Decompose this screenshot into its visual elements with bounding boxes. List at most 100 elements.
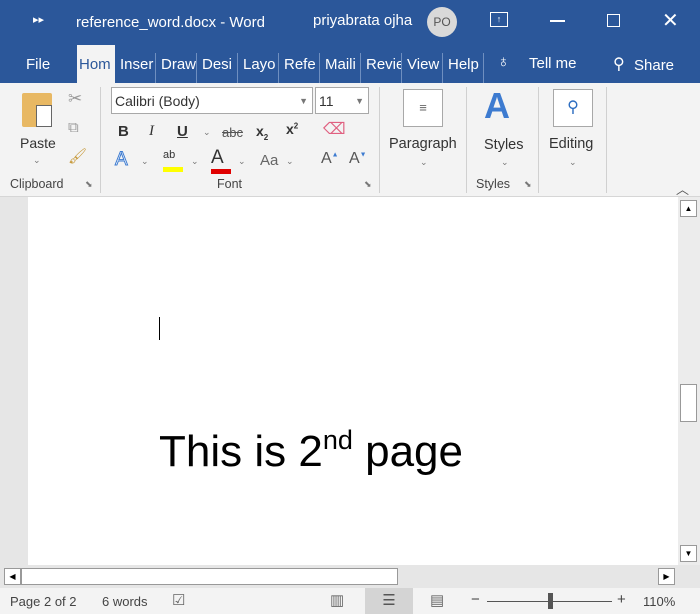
title-bar: ▸▸ reference_word.docx - Word priyabrata…: [0, 0, 700, 43]
share-button[interactable]: Share: [634, 57, 674, 74]
ribbon-tabs: File Hom Inser Draw Desi Layo Refe Maili…: [0, 43, 700, 83]
scroll-right-button[interactable]: ▶: [658, 568, 675, 585]
styles-label: Styles: [476, 177, 511, 191]
scroll-up-button[interactable]: ▲: [680, 200, 697, 217]
change-case-button[interactable]: Aa: [260, 152, 278, 169]
cut-icon[interactable]: ✂: [68, 89, 82, 109]
clear-formatting-icon[interactable]: ⌫: [323, 119, 346, 139]
text-effects-button[interactable]: A: [115, 149, 129, 171]
styles-button[interactable]: Styles: [484, 137, 524, 153]
zoom-slider-thumb[interactable]: [548, 593, 553, 609]
tab-references[interactable]: Refe: [282, 53, 320, 83]
minimize-button[interactable]: [550, 20, 565, 22]
text-end: page: [352, 427, 463, 476]
web-layout-icon[interactable]: ▤: [430, 591, 444, 609]
paste-icon[interactable]: [22, 93, 52, 127]
scroll-left-button[interactable]: ◀: [4, 568, 21, 585]
highlight-dropdown[interactable]: ⌄: [191, 156, 199, 167]
maximize-button[interactable]: [607, 14, 620, 27]
tab-view[interactable]: View: [405, 53, 443, 83]
styles-icon[interactable]: A: [484, 85, 510, 127]
tab-insert[interactable]: Inser: [118, 53, 156, 83]
tab-review[interactable]: Revie: [364, 53, 402, 83]
styles-group: A Styles ⌄ Styles ⬊: [467, 85, 539, 193]
copy-icon[interactable]: ⧉: [68, 119, 79, 136]
tab-home[interactable]: Hom: [77, 45, 115, 83]
tab-design[interactable]: Desi: [200, 53, 238, 83]
underline-button[interactable]: U: [177, 123, 188, 140]
document-text[interactable]: This is 2nd page: [159, 425, 463, 477]
zoom-level[interactable]: 110%: [643, 594, 675, 609]
editing-dropdown[interactable]: ⌄: [569, 157, 577, 168]
tab-draw[interactable]: Draw: [159, 53, 197, 83]
scroll-down-button[interactable]: ▼: [680, 545, 697, 562]
font-name-select[interactable]: Calibri (Body) ▼: [111, 87, 313, 114]
underline-dropdown[interactable]: ⌄: [203, 127, 211, 138]
document-page[interactable]: This is 2nd page: [28, 197, 678, 565]
ribbon-display-icon[interactable]: ↑: [490, 12, 508, 27]
styles-launcher-icon[interactable]: ⬊: [524, 179, 532, 190]
text-cursor: [159, 317, 160, 340]
share-person-icon[interactable]: ⚲: [613, 54, 625, 74]
vertical-scrollbar[interactable]: ▲ ▼: [678, 197, 700, 565]
format-painter-icon[interactable]: 🖌: [68, 147, 87, 165]
bold-button[interactable]: B: [118, 123, 129, 140]
font-group: Calibri (Body) ▼ 11 ▼ B I U ⌄ abc x2 x2 ⌫ …: [101, 87, 380, 193]
zoom-in-button[interactable]: +: [617, 591, 626, 608]
horizontal-scroll-thumb[interactable]: [21, 568, 398, 585]
clipboard-label: Clipboard: [10, 177, 64, 191]
collapse-ribbon-icon[interactable]: ︿: [676, 179, 689, 198]
font-size-select[interactable]: 11 ▼: [315, 87, 369, 114]
shrink-font-button[interactable]: A▼: [349, 150, 367, 168]
print-layout-icon[interactable]: ☰: [365, 588, 413, 614]
vertical-scroll-thumb[interactable]: [680, 384, 697, 422]
text-superscript: nd: [322, 425, 353, 455]
highlight-button[interactable]: ab: [163, 149, 183, 172]
font-color-button[interactable]: A: [211, 147, 231, 174]
text-main: This is 2: [159, 427, 323, 476]
strikethrough-button[interactable]: abc: [222, 125, 243, 140]
paragraph-button[interactable]: Paragraph: [389, 136, 457, 152]
avatar[interactable]: PO: [427, 7, 457, 37]
paste-button[interactable]: Paste: [20, 135, 56, 151]
paste-dropdown[interactable]: ⌄: [33, 155, 41, 166]
italic-button[interactable]: I: [149, 123, 154, 140]
subscript-button[interactable]: x2: [256, 123, 268, 142]
paragraph-icon: ≡: [403, 89, 443, 127]
editing-button[interactable]: Editing: [549, 136, 593, 152]
styles-dropdown[interactable]: ⌄: [501, 157, 509, 168]
word-count[interactable]: 6 words: [102, 594, 148, 609]
text-effects-dropdown[interactable]: ⌄: [141, 156, 149, 167]
tab-file[interactable]: File: [24, 53, 52, 83]
superscript-button[interactable]: x2: [286, 121, 298, 137]
proofing-icon[interactable]: ☑: [172, 591, 185, 609]
close-button[interactable]: ✕: [662, 8, 679, 33]
read-mode-icon[interactable]: ▥: [330, 591, 344, 609]
status-bar: Page 2 of 2 6 words ☑ ▥ ☰ ▤ − + 110%: [0, 588, 700, 614]
paragraph-dropdown[interactable]: ⌄: [420, 157, 428, 168]
editing-group[interactable]: ⚲ Editing ⌄: [539, 87, 607, 193]
font-launcher-icon[interactable]: ⬊: [364, 179, 372, 190]
horizontal-scrollbar[interactable]: ◀ ▶: [0, 565, 700, 588]
ribbon: Paste ⌄ ✂ ⧉ 🖌 Clipboard ⬊ Calibri (Body)…: [0, 83, 700, 197]
font-size-value: 11: [319, 93, 334, 109]
quick-access-icon[interactable]: ▸▸: [33, 13, 44, 26]
font-label: Font: [217, 177, 243, 191]
tab-help[interactable]: Help: [446, 53, 484, 83]
grow-font-button[interactable]: A▲: [321, 150, 339, 168]
paragraph-group[interactable]: ≡ Paragraph ⌄: [380, 87, 467, 193]
tab-layout[interactable]: Layo: [241, 53, 279, 83]
clipboard-launcher-icon[interactable]: ⬊: [85, 179, 93, 190]
change-case-dropdown[interactable]: ⌄: [286, 156, 294, 167]
user-name[interactable]: priyabrata ojha: [313, 12, 412, 29]
tell-me-search[interactable]: Tell me: [529, 55, 577, 72]
page-count[interactable]: Page 2 of 2: [10, 594, 77, 609]
font-color-dropdown[interactable]: ⌄: [238, 156, 246, 167]
lightbulb-icon: ♁: [497, 52, 510, 71]
search-icon: ⚲: [553, 89, 593, 127]
tab-mailings[interactable]: Maili: [323, 53, 361, 83]
zoom-out-button[interactable]: −: [471, 591, 480, 608]
window-title: reference_word.docx - Word: [76, 14, 265, 31]
clipboard-group: Paste ⌄ ✂ ⧉ 🖌 Clipboard ⬊: [0, 87, 101, 193]
font-name-value: Calibri (Body): [115, 93, 200, 109]
